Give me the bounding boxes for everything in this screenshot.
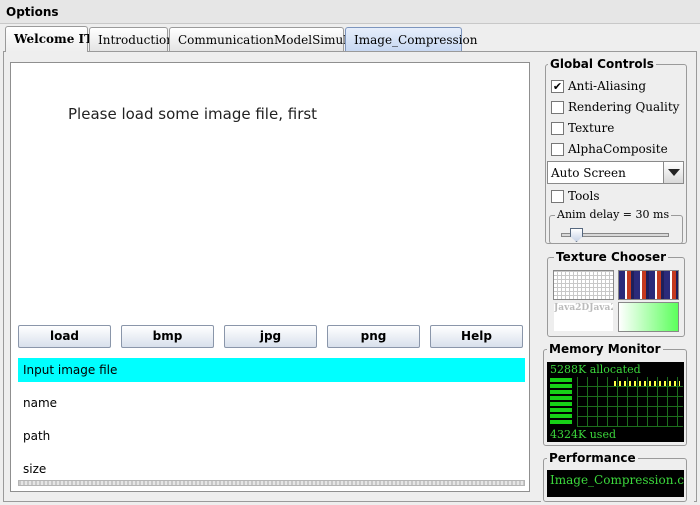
help-button[interactable]: Help xyxy=(430,325,523,348)
window-title: Options xyxy=(6,5,59,19)
checkbox-empty-icon xyxy=(551,190,564,203)
anim-delay-label: Anim delay = 30 ms xyxy=(555,208,672,221)
image-path-row: path xyxy=(23,429,51,443)
performance-readout: Image_Compression.conv 3 xyxy=(550,473,684,487)
memory-bar-segment xyxy=(550,408,572,412)
memory-used-text: 4324K used xyxy=(550,428,616,441)
memory-allocated-text: 5288K allocated xyxy=(550,363,641,376)
memory-history-line xyxy=(614,381,680,386)
text-texture-swatch[interactable]: Java2DJava2DJava2DJava2DJava2DJava2D xyxy=(553,302,614,332)
load-button[interactable]: load xyxy=(18,325,111,348)
chevron-down-icon[interactable] xyxy=(663,162,683,183)
tab-communication-model-simulator[interactable]: CommunicationModelSimulator xyxy=(169,27,372,51)
texture-chooser-title: Texture Chooser xyxy=(554,250,669,264)
check-icon: ✔ xyxy=(551,80,564,93)
anti-aliasing-label: Anti-Aliasing xyxy=(568,79,647,93)
memory-bar-segment xyxy=(550,420,572,424)
texture-label: Texture xyxy=(568,121,615,135)
checkbox-empty-icon xyxy=(551,101,564,114)
horizontal-scrollbar[interactable] xyxy=(18,480,525,486)
screen-select[interactable]: Auto Screen xyxy=(547,161,684,184)
image-size-row: size xyxy=(23,462,47,476)
image-texture-swatch[interactable] xyxy=(618,270,679,300)
memory-monitor-title: Memory Monitor xyxy=(547,342,663,356)
checkbox-empty-icon xyxy=(551,143,564,156)
alpha-composite-label: AlphaComposite xyxy=(568,142,668,156)
window-titlebar: Options xyxy=(0,0,700,24)
memory-bar-segment xyxy=(550,384,572,388)
png-button[interactable]: png xyxy=(327,325,420,348)
memory-bar-segment xyxy=(550,390,572,394)
checkbox-empty-icon xyxy=(551,122,564,135)
global-controls-title: Global Controls xyxy=(548,57,656,71)
grid-texture-swatch[interactable] xyxy=(553,270,614,300)
load-prompt-text: Please load some image file, first xyxy=(68,105,318,123)
tools-label: Tools xyxy=(568,189,600,203)
memory-bar-segment xyxy=(550,396,572,400)
performance-display[interactable]: Image_Compression.conv 3 xyxy=(547,470,684,497)
memory-bar-segment xyxy=(550,402,572,406)
tab-image-compression[interactable]: Image_Compression xyxy=(345,27,477,51)
memory-bar-segment xyxy=(550,414,572,418)
gradient-texture-swatch[interactable] xyxy=(618,302,679,332)
rendering-quality-label: Rendering Quality xyxy=(568,100,680,114)
jpg-button[interactable]: jpg xyxy=(224,325,317,348)
image-name-row: name xyxy=(23,396,58,410)
screen-select-value: Auto Screen xyxy=(551,166,626,180)
bmp-button[interactable]: bmp xyxy=(121,325,214,348)
tab-introduction[interactable]: Introduction xyxy=(89,27,174,51)
input-image-file-header: Input image file xyxy=(18,358,525,382)
memory-bar-segment xyxy=(550,378,572,382)
performance-title: Performance xyxy=(547,451,638,465)
tab-welcome-it[interactable]: Welcome IT xyxy=(5,26,93,52)
